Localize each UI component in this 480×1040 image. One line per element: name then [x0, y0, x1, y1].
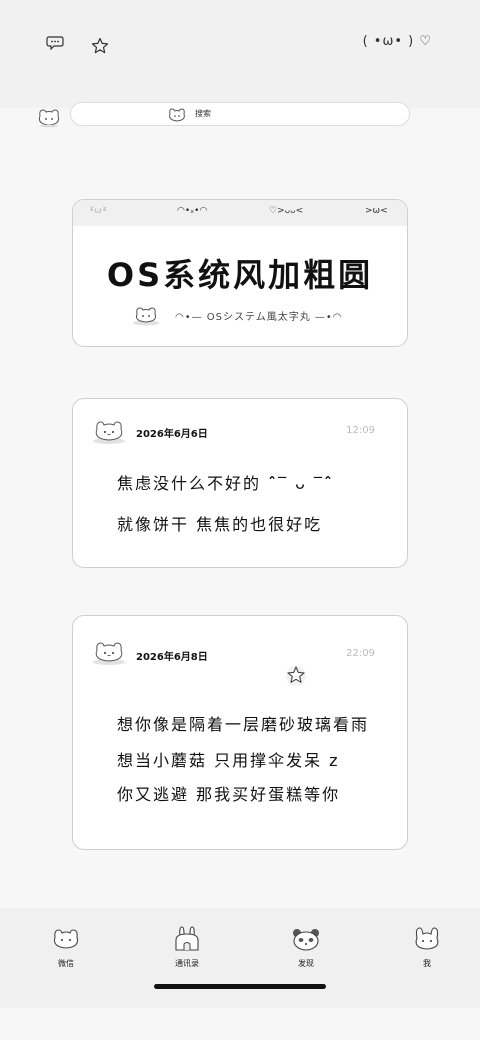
tab-label: 通讯录 [175, 959, 199, 968]
kaomoji-4: >ω< [365, 206, 388, 216]
panda-icon [293, 929, 319, 951]
tab-me[interactable]: 我 [397, 926, 457, 969]
post-date: 2026年6月6日 [136, 429, 208, 440]
chat-bubble-icon[interactable] [46, 36, 64, 50]
bear-avatar-icon [93, 642, 125, 665]
bear-search-icon [169, 108, 185, 122]
post-text-line: 想当小蘑菇 只用撑伞发呆 z [117, 751, 340, 770]
bear-icon [53, 929, 79, 949]
post-card[interactable]: 2026年6月8日 22:09 想你像是隔着一层磨砂玻璃看雨 想当小蘑菇 只用撑… [72, 615, 408, 850]
tab-wechat[interactable]: 微信 [36, 926, 96, 969]
post-text-line: 就像饼干 焦焦的也很好吃 [117, 515, 323, 534]
kaomoji-decoration: ( •ω• ) ♡ [362, 34, 432, 49]
tab-discover[interactable]: 发现 [276, 926, 336, 969]
kaomoji-3: ♡>ᴗᴗ< [269, 206, 304, 216]
banner-title: OS系统风加粗圆 [106, 256, 374, 294]
search-bar[interactable]: 搜索 [70, 102, 410, 126]
bunny-house-icon [175, 926, 199, 951]
tab-label: 我 [423, 959, 431, 968]
star-icon[interactable] [91, 37, 109, 55]
bear-mascot-icon [38, 109, 60, 128]
post-time: 12:09 [346, 425, 375, 436]
post-text-line: 想你像是隔着一层磨砂玻璃看雨 [117, 715, 370, 734]
post-text-line: 你又逃避 那我买好蛋糕等你 [117, 785, 341, 804]
post-text-line: 焦虑没什么不好的 ˆ̑‾ ᴗ ‾ˆ̑ [117, 474, 335, 493]
banner-subtitle: ◠•— OSシステム風太字丸 —•◠ [175, 312, 343, 323]
home-indicator[interactable] [154, 984, 326, 989]
kaomoji-strip: •᷄ω•᷅ ◠•ₓ•◠ ♡>ᴗᴗ< >ω< [73, 200, 407, 226]
banner-card: •᷄ω•᷅ ◠•ₓ•◠ ♡>ᴗᴗ< >ω< OS系统风加粗圆 ◠•— OSシステ… [72, 199, 408, 347]
post-date: 2026年6月8日 [136, 652, 208, 663]
post-time: 22:09 [346, 648, 375, 659]
top-bar: ( •ω• ) ♡ [0, 0, 480, 108]
tab-label: 微信 [58, 959, 74, 968]
bottom-tab-bar: 微信 通讯录 发现 我 [0, 908, 480, 1008]
search-label: 搜索 [195, 109, 211, 118]
bunny-icon [415, 927, 439, 950]
bear-mascot-icon [133, 307, 159, 326]
post-card[interactable]: 2026年6月6日 12:09 焦虑没什么不好的 ˆ̑‾ ᴗ ‾ˆ̑ 就像饼干 … [72, 398, 408, 568]
bear-avatar-icon [93, 421, 125, 444]
kaomoji-1: •᷄ω•᷅ [89, 206, 108, 216]
kaomoji-2: ◠•ₓ•◠ [177, 206, 208, 216]
tab-label: 发现 [298, 959, 314, 968]
star-icon [286, 666, 306, 686]
tab-contacts[interactable]: 通讯录 [157, 926, 217, 969]
